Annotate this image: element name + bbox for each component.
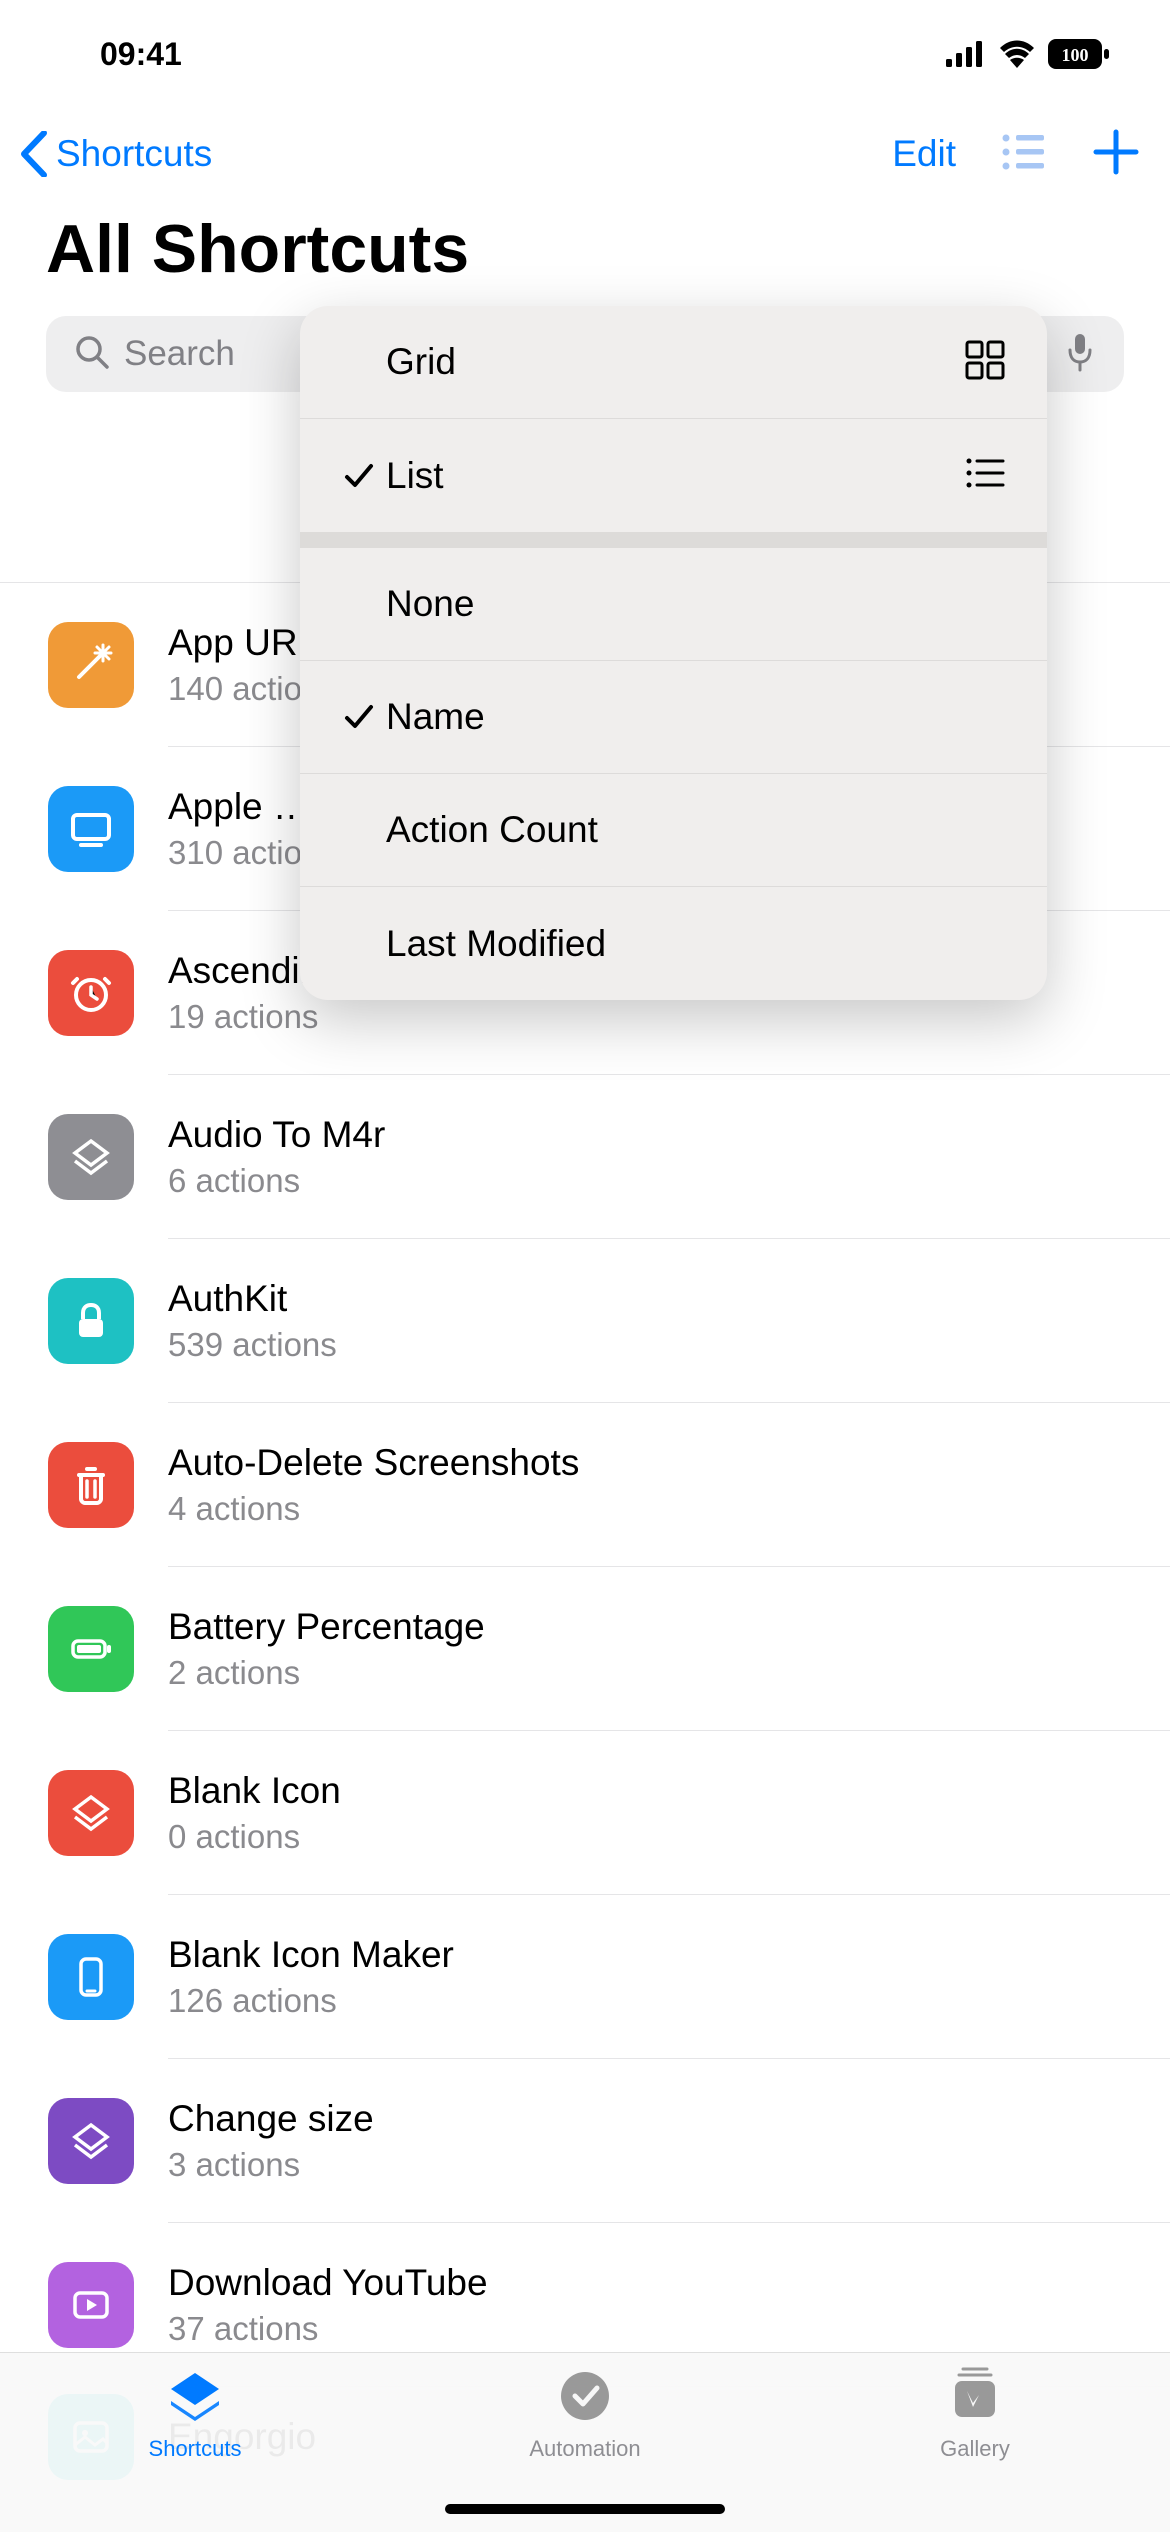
view-sort-menu: Grid List None Name Action Count Last Mo… <box>300 306 1047 1000</box>
shortcut-subtitle: 4 actions <box>168 1490 1170 1528</box>
tab-bar: Shortcuts Automation Gallery <box>0 2352 1170 2532</box>
shortcut-title: Blank Icon Maker <box>168 1934 1170 1976</box>
grid-icon <box>963 338 1007 387</box>
list-item[interactable]: Blank Icon 0 actions <box>0 1731 1170 1895</box>
menu-item-list[interactable]: List <box>300 419 1047 532</box>
shortcut-icon <box>48 622 134 708</box>
lock-icon <box>67 1297 115 1345</box>
view-mode-button[interactable] <box>1000 128 1048 181</box>
status-bar: 09:41 100 <box>0 0 1170 108</box>
battery-icon <box>67 1625 115 1673</box>
shortcut-icon <box>48 1770 134 1856</box>
iphone-icon <box>67 1953 115 2001</box>
menu-item-grid[interactable]: Grid <box>300 306 1047 419</box>
menu-label: Last Modified <box>386 923 1007 965</box>
add-button[interactable] <box>1092 128 1140 181</box>
menu-item-name[interactable]: Name <box>300 661 1047 774</box>
list-item[interactable]: Change size 3 actions <box>0 2059 1170 2223</box>
wifi-icon <box>998 40 1036 68</box>
menu-label: Grid <box>386 341 963 383</box>
shortcut-icon <box>48 1442 134 1528</box>
shortcut-icon <box>48 2262 134 2348</box>
menu-item-none[interactable]: None <box>300 548 1047 661</box>
shortcuts-icon <box>67 1789 115 1837</box>
trash-icon <box>67 1461 115 1509</box>
edit-button[interactable]: Edit <box>892 133 956 175</box>
shortcut-icon <box>48 950 134 1036</box>
cellular-icon <box>946 41 986 67</box>
chevron-left-icon <box>20 131 48 177</box>
status-indicators: 100 <box>946 39 1110 69</box>
list-icon <box>963 451 1007 500</box>
shortcut-icon <box>48 2098 134 2184</box>
shortcut-subtitle: 3 actions <box>168 2146 1170 2184</box>
menu-item-last-modified[interactable]: Last Modified <box>300 887 1047 1000</box>
checkmark-icon <box>332 460 386 492</box>
menu-label: List <box>386 455 963 497</box>
shortcut-icon <box>48 786 134 872</box>
home-indicator[interactable] <box>445 2504 725 2514</box>
shortcut-title: Auto-Delete Screenshots <box>168 1442 1170 1484</box>
tab-label: Shortcuts <box>149 2436 242 2462</box>
shortcut-subtitle: 19 actions <box>168 998 1170 1036</box>
menu-label: Name <box>386 696 1007 738</box>
shortcut-subtitle: 6 actions <box>168 1162 1170 1200</box>
display-icon <box>67 805 115 853</box>
play-icon <box>67 2281 115 2329</box>
shortcut-title: Download YouTube <box>168 2262 1170 2304</box>
tab-label: Automation <box>529 2436 640 2462</box>
search-icon <box>74 334 110 375</box>
list-bullet-icon <box>1000 128 1048 176</box>
shortcuts-tab-icon <box>163 2367 227 2430</box>
shortcut-icon <box>48 1278 134 1364</box>
mic-icon[interactable] <box>1064 332 1096 377</box>
shortcut-icon <box>48 1114 134 1200</box>
shortcut-subtitle: 126 actions <box>168 1982 1170 2020</box>
automation-tab-icon <box>553 2367 617 2430</box>
menu-item-action-count[interactable]: Action Count <box>300 774 1047 887</box>
shortcut-title: Audio To M4r <box>168 1114 1170 1156</box>
tab-shortcuts[interactable]: Shortcuts <box>0 2353 390 2532</box>
gallery-tab-icon <box>943 2367 1007 2430</box>
svg-text:100: 100 <box>1062 45 1089 65</box>
shortcut-title: Battery Percentage <box>168 1606 1170 1648</box>
nav-bar: Shortcuts Edit <box>0 108 1170 200</box>
shortcut-icon <box>48 1934 134 2020</box>
page-title: All Shortcuts <box>0 200 1170 308</box>
shortcut-subtitle: 37 actions <box>168 2310 1170 2348</box>
shortcuts-icon <box>67 2117 115 2165</box>
tab-label: Gallery <box>940 2436 1010 2462</box>
shortcut-title: Blank Icon <box>168 1770 1170 1812</box>
list-item[interactable]: Blank Icon Maker 126 actions <box>0 1895 1170 2059</box>
shortcut-icon <box>48 1606 134 1692</box>
wand-icon <box>67 641 115 689</box>
checkmark-icon <box>332 701 386 733</box>
nav-actions: Edit <box>892 128 1140 181</box>
shortcut-subtitle: 539 actions <box>168 1326 1170 1364</box>
shortcut-subtitle: 2 actions <box>168 1654 1170 1692</box>
alarm-icon <box>67 969 115 1017</box>
back-button[interactable]: Shortcuts <box>20 131 212 177</box>
tab-gallery[interactable]: Gallery <box>780 2353 1170 2532</box>
menu-divider <box>300 532 1047 548</box>
list-item[interactable]: Battery Percentage 2 actions <box>0 1567 1170 1731</box>
list-item[interactable]: AuthKit 539 actions <box>0 1239 1170 1403</box>
menu-label: Action Count <box>386 809 1007 851</box>
shortcut-subtitle: 0 actions <box>168 1818 1170 1856</box>
status-time: 09:41 <box>100 36 182 73</box>
back-label: Shortcuts <box>56 133 212 175</box>
list-item[interactable]: Audio To M4r 6 actions <box>0 1075 1170 1239</box>
shortcuts-icon <box>67 1133 115 1181</box>
plus-icon <box>1092 128 1140 176</box>
shortcut-title: Change size <box>168 2098 1170 2140</box>
battery-icon: 100 <box>1048 39 1110 69</box>
menu-label: None <box>386 583 1007 625</box>
list-item[interactable]: Auto-Delete Screenshots 4 actions <box>0 1403 1170 1567</box>
shortcut-title: AuthKit <box>168 1278 1170 1320</box>
